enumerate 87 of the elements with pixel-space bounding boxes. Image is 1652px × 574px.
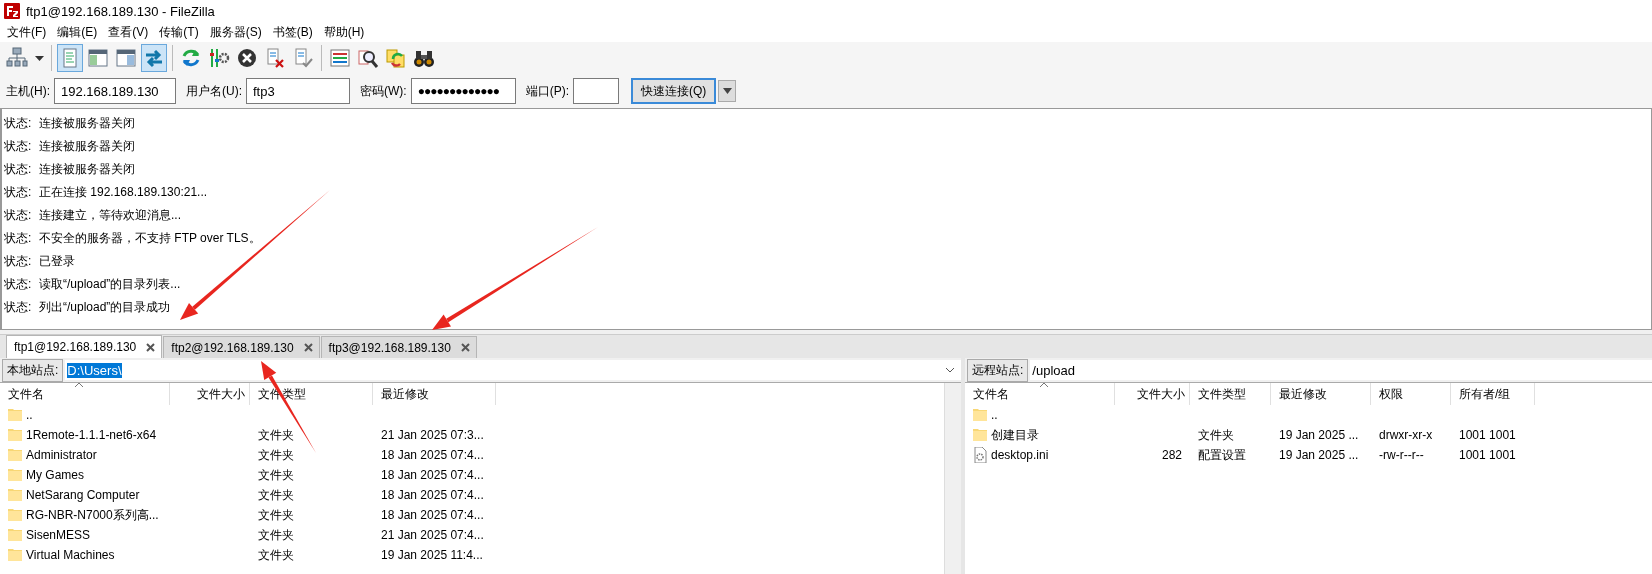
- field-label: 端口(P):: [525, 82, 569, 100]
- log-status-label: 状态:: [4, 253, 33, 270]
- menu-item[interactable]: 传输(T): [154, 21, 204, 43]
- log-status-label: 状态:: [4, 230, 33, 247]
- menu-item[interactable]: 文件(F): [2, 21, 52, 43]
- window-title: ftp1@192.168.189.130 - FileZilla: [26, 3, 215, 19]
- file-modified: 19 Jan 2025 ...: [1279, 448, 1359, 462]
- connection-tab[interactable]: ftp3@192.168.189.130: [320, 336, 477, 358]
- file-type: 文件夹: [258, 506, 294, 524]
- password-field[interactable]: ●●●●●●●●●●●●●: [410, 78, 516, 104]
- file-type: 配置设置: [1198, 446, 1246, 464]
- menu-item[interactable]: 查看(V): [103, 21, 154, 43]
- file-type: 文件夹: [1198, 426, 1234, 444]
- field-label: 用户名(U):: [186, 82, 242, 100]
- tab-label: ftp1@192.168.189.130: [14, 340, 137, 354]
- menu-item[interactable]: 编辑(E): [52, 21, 103, 43]
- file-name: NetSarang Computer: [26, 488, 140, 502]
- site-label: 本地站点:: [2, 358, 64, 382]
- column-header[interactable]: 最近修改: [373, 383, 496, 405]
- file-type: 文件夹: [258, 486, 294, 504]
- column-header[interactable]: 文件大小: [1115, 383, 1190, 405]
- connection-tab[interactable]: ftp2@192.168.189.130: [163, 336, 320, 358]
- path-field[interactable]: D:\Users\: [65, 360, 961, 380]
- file-name: ..: [991, 408, 998, 422]
- file-size: 282: [1161, 448, 1182, 462]
- file-modified: 19 Jan 2025 11:4...: [381, 548, 483, 562]
- log-message: 连接被服务器关闭: [39, 138, 135, 155]
- column-header[interactable]: 文件名: [0, 383, 170, 405]
- file-permissions: -rw-r--r--: [1379, 448, 1424, 462]
- file-modified: 18 Jan 2025 07:4...: [381, 448, 484, 462]
- log-message: 连接建立，等待欢迎消息...: [39, 207, 181, 224]
- file-name: 1Remote-1.1.1-net6-x64: [26, 428, 157, 442]
- log-message: 连接被服务器关闭: [39, 161, 135, 178]
- file-modified: 18 Jan 2025 07:4...: [381, 488, 484, 502]
- file-owner: 1001 1001: [1459, 428, 1516, 442]
- file-type: 文件夹: [258, 466, 294, 484]
- column-header[interactable]: 文件类型: [1190, 383, 1271, 405]
- file-name: RG-NBR-N7000系列高...: [26, 506, 159, 524]
- file-name: SisenMESS: [26, 528, 91, 542]
- log-message: 读取“/upload”的目录列表...: [39, 276, 181, 293]
- file-name: 创建目录: [991, 426, 1039, 444]
- file-modified: 19 Jan 2025 ...: [1279, 428, 1359, 442]
- log-message: 已登录: [39, 253, 75, 270]
- menu-item[interactable]: 服务器(S): [204, 21, 267, 43]
- host-field[interactable]: 192.168.189.130: [54, 78, 176, 104]
- log-status-label: 状态:: [4, 299, 33, 316]
- file-type: 文件夹: [258, 426, 294, 444]
- file-name: Virtual Machines: [26, 548, 115, 562]
- menu-item[interactable]: 帮助(H): [318, 21, 370, 43]
- connection-tab[interactable]: ftp1@192.168.189.130: [6, 335, 163, 358]
- file-modified: 21 Jan 2025 07:4...: [381, 528, 484, 542]
- log-status-label: 状态:: [4, 184, 33, 201]
- log-message: 列出“/upload”的目录成功: [39, 299, 171, 316]
- site-label: 远程站点:: [967, 358, 1029, 382]
- file-modified: 21 Jan 2025 07:3...: [381, 428, 484, 442]
- file-modified: 18 Jan 2025 07:4...: [381, 468, 484, 482]
- column-header[interactable]: 文件名: [965, 383, 1115, 405]
- file-name: desktop.ini: [991, 448, 1049, 462]
- path-field[interactable]: /upload: [1030, 360, 1652, 380]
- column-header[interactable]: 所有者/组: [1451, 383, 1535, 405]
- file-owner: 1001 1001: [1459, 448, 1516, 462]
- log-message: 不安全的服务器，不支持 FTP over TLS。: [39, 230, 261, 247]
- file-name: Administrator: [26, 448, 97, 462]
- log-status-label: 状态:: [4, 138, 33, 155]
- log-status-label: 状态:: [4, 161, 33, 178]
- file-type: 文件夹: [258, 546, 294, 564]
- field-label: 主机(H):: [6, 82, 50, 100]
- file-permissions: drwxr-xr-x: [1379, 428, 1433, 442]
- file-modified: 18 Jan 2025 07:4...: [381, 508, 484, 522]
- log-message: 正在连接 192.168.189.130:21...: [39, 184, 208, 201]
- tab-label: ftp3@192.168.189.130: [328, 340, 451, 355]
- log-message: 连接被服务器关闭: [39, 115, 135, 132]
- tab-label: ftp2@192.168.189.130: [171, 340, 294, 355]
- field-label: 密码(W):: [360, 82, 407, 100]
- menu-item[interactable]: 书签(B): [267, 21, 318, 43]
- column-header[interactable]: 文件大小: [170, 383, 250, 405]
- log-status-label: 状态:: [4, 276, 33, 293]
- username-field[interactable]: ftp3: [246, 78, 350, 104]
- file-name: My Games: [26, 468, 84, 482]
- log-status-label: 状态:: [4, 115, 33, 132]
- quickconnect-button[interactable]: 快速连接(Q): [631, 78, 717, 104]
- log-status-label: 状态:: [4, 207, 33, 224]
- column-header[interactable]: 权限: [1371, 383, 1451, 405]
- file-type: 文件夹: [258, 446, 294, 464]
- column-header[interactable]: 最近修改: [1271, 383, 1371, 405]
- file-name: ..: [26, 408, 33, 422]
- file-type: 文件夹: [258, 526, 294, 544]
